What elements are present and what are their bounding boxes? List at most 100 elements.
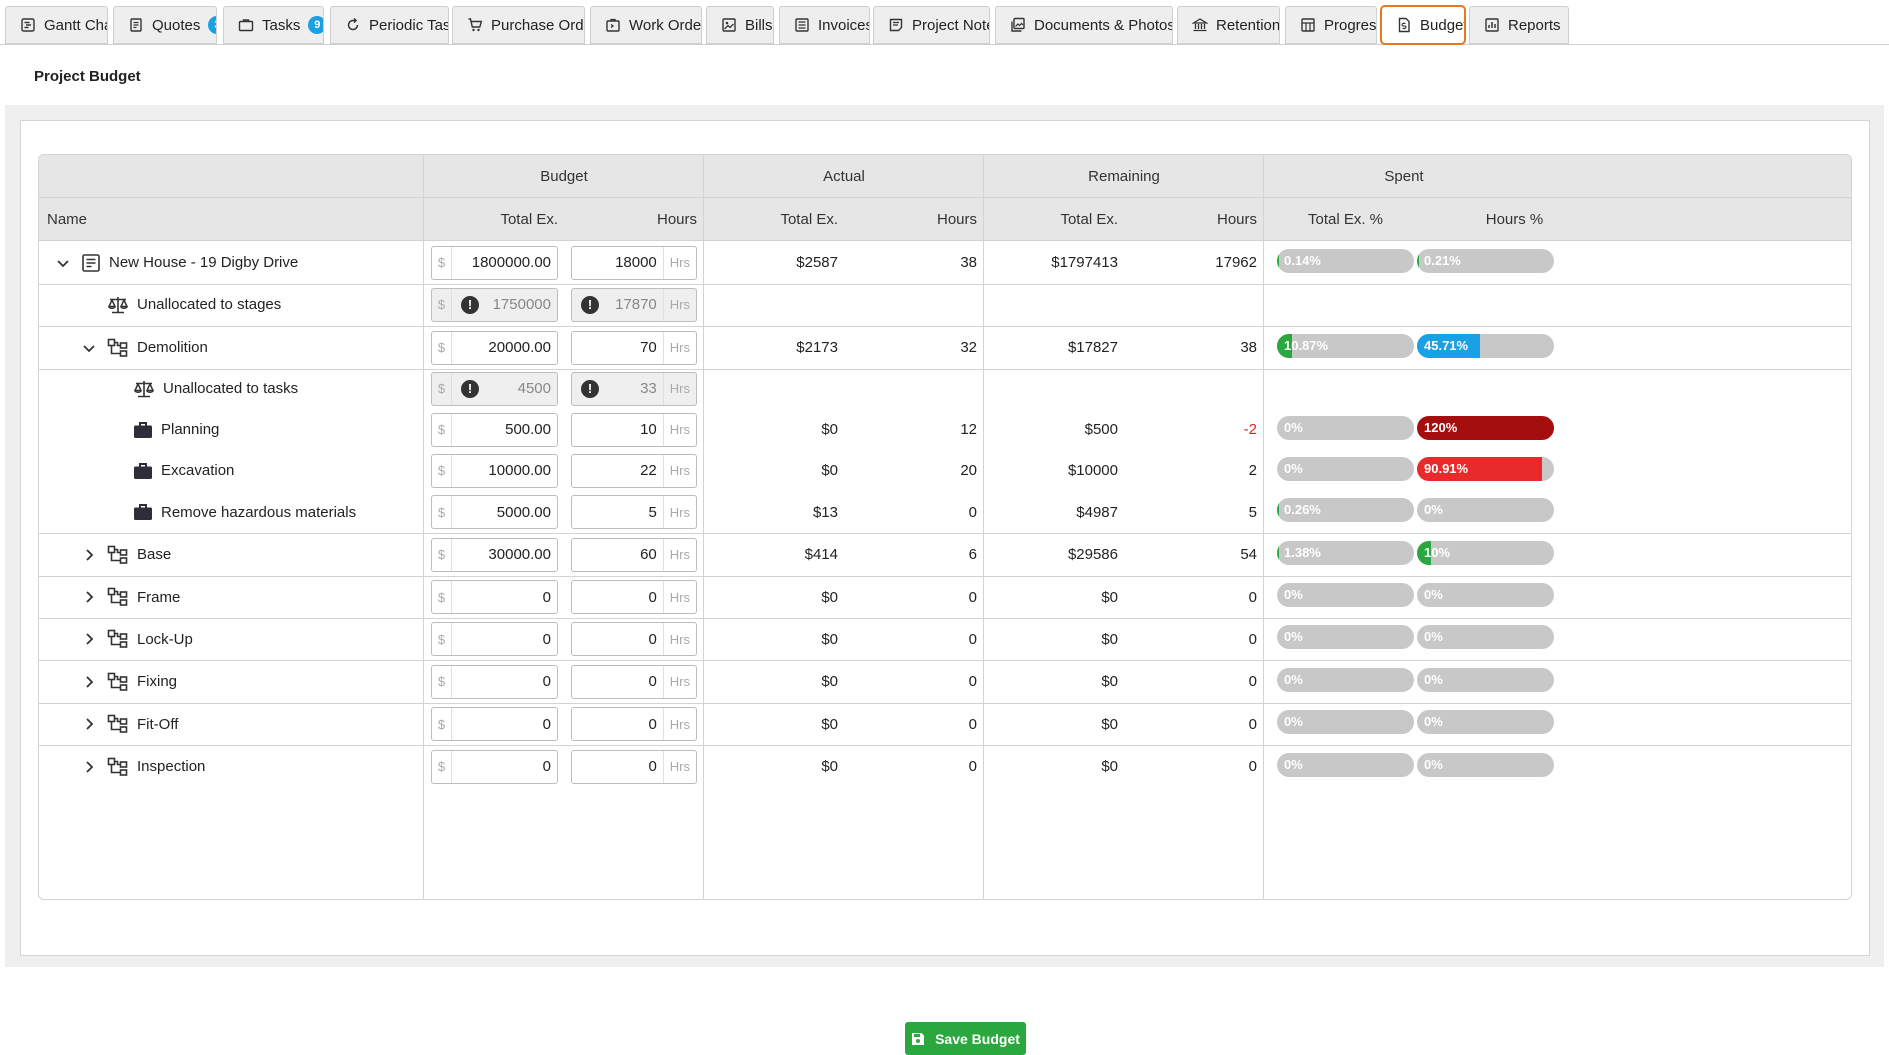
progress-label: 0%: [1424, 502, 1443, 517]
spent-total-progress-bar: 0%: [1277, 710, 1414, 734]
chevron-right-icon[interactable]: [81, 631, 97, 647]
spent-hours-pct-column-header: Hours %: [1485, 211, 1544, 228]
budget-hours-value: 33: [640, 380, 657, 397]
currency-prefix: $: [432, 750, 452, 783]
budget-hours-input: ! 33 Hrs: [571, 371, 697, 406]
column-header-row: Name Total Ex. Hours Total Ex. Hours Tot…: [39, 198, 1851, 241]
tab-progress[interactable]: Progress: [1285, 6, 1377, 44]
chevron-down-icon[interactable]: [81, 340, 97, 356]
budget-total-value: 500.00: [505, 421, 551, 438]
progress-icon: [1301, 18, 1315, 32]
remaining-total: $10000: [1067, 462, 1118, 479]
row-name-cell: Frame: [81, 576, 419, 618]
budget-total-input[interactable]: $500.00: [431, 412, 558, 447]
remaining-hours: 38: [1240, 339, 1257, 356]
budget-hours-input[interactable]: 5 Hrs: [571, 495, 697, 529]
budget-hours-input[interactable]: 0 Hrs: [571, 707, 697, 741]
budget-hours-input[interactable]: 18000 Hrs: [571, 245, 697, 280]
tab-project-notes[interactable]: Project Notes: [873, 6, 990, 44]
currency-prefix: $: [432, 665, 452, 698]
budget-hours-input[interactable]: 0 Hrs: [571, 580, 697, 614]
tab-documents-photos[interactable]: Documents & Photos3: [995, 6, 1173, 44]
hours-suffix: Hrs: [662, 454, 696, 487]
project-icon: [81, 253, 101, 273]
budget-total-input[interactable]: $0: [431, 707, 558, 741]
budget-total-input[interactable]: $10000.00: [431, 453, 558, 488]
tab-bar: Gantt Chart Quotes 3 Tasks 9 Periodic Tasks Pu…: [0, 0, 1889, 45]
spent-total-progress-bar: 0%: [1277, 456, 1414, 481]
remaining-total: $29586: [1067, 546, 1118, 563]
tab-gantt-chart[interactable]: Gantt Chart: [5, 6, 108, 44]
warning-icon: !: [581, 379, 599, 398]
tab-tasks[interactable]: Tasks 9: [223, 6, 324, 44]
budget-hours-input[interactable]: 60 Hrs: [571, 537, 697, 572]
chevron-down-icon[interactable]: [55, 255, 71, 271]
tab-label: Purchase Orders: [491, 16, 584, 34]
budget-hours-input[interactable]: 70 Hrs: [571, 330, 697, 365]
progress-label: 0%: [1424, 714, 1443, 729]
remaining-total: $0: [1101, 673, 1118, 690]
row-name: Planning: [161, 421, 220, 438]
budget-total-value: 1750000: [492, 296, 551, 313]
budget-total-input: $! 1750000: [431, 287, 558, 322]
spent-total-progress-bar: 0%: [1277, 667, 1414, 692]
stage-icon: [107, 629, 129, 649]
remaining-hours: 0: [1248, 715, 1257, 733]
hours-suffix: Hrs: [662, 581, 696, 613]
chevron-right-icon[interactable]: [81, 674, 97, 690]
save-budget-label: Save Budget: [935, 1030, 1020, 1047]
chevron-right-icon[interactable]: [81, 759, 97, 775]
tab-bills[interactable]: Bills: [706, 6, 774, 44]
budget-hours-input[interactable]: 0 Hrs: [571, 749, 697, 784]
budget-hours-input[interactable]: 10 Hrs: [571, 412, 697, 447]
budget-total-input[interactable]: $20000.00: [431, 330, 558, 365]
spent-hours-progress-bar: 45.71%: [1417, 333, 1554, 358]
budget-row: Fixing $0 0 Hrs $0 0 $0 0 0% 0%: [39, 660, 1851, 703]
budget-total-input[interactable]: $0: [431, 580, 558, 614]
budget-total-input[interactable]: $1800000.00: [431, 245, 558, 280]
tab-purchase-orders[interactable]: Purchase Orders: [452, 6, 585, 44]
budget-hours-value: 22: [640, 462, 657, 479]
tab-label: Bills: [745, 16, 773, 34]
spent-total-progress-bar: 10.87%: [1277, 333, 1414, 358]
tab-retentions[interactable]: Retentions: [1177, 6, 1280, 44]
hours-suffix: Hrs: [662, 372, 696, 405]
tab-budget[interactable]: Budget: [1380, 5, 1466, 45]
briefcase-icon: [238, 19, 254, 32]
tab-invoices[interactable]: Invoices: [779, 6, 870, 44]
budget-total-input[interactable]: $30000.00: [431, 537, 558, 572]
save-budget-button[interactable]: Save Budget: [905, 1022, 1026, 1055]
budget-hours-input[interactable]: 0 Hrs: [571, 664, 697, 699]
row-name-cell: Demolition: [81, 326, 419, 369]
actual-total: $0: [821, 630, 838, 648]
budget-hours-value: 0: [648, 588, 657, 606]
tab-label: Invoices: [818, 16, 870, 34]
spent-total-progress-bar: 0%: [1277, 752, 1414, 777]
chevron-right-icon[interactable]: [81, 589, 97, 605]
budget-hours-input[interactable]: 22 Hrs: [571, 453, 697, 488]
budget-hours-input[interactable]: 0 Hrs: [571, 622, 697, 656]
tab-quotes[interactable]: Quotes 3: [113, 6, 217, 44]
unallocated-row: Unallocated to stages $! 1750000! 17870 Hrs: [39, 283, 1851, 326]
remaining-hours: 0: [1248, 673, 1257, 690]
tab-work-orders[interactable]: Work Orders: [590, 6, 702, 44]
budget-row: Fit-Off $0 0 Hrs $0 0 $0 0 0% 0%: [39, 703, 1851, 745]
tab-reports[interactable]: Reports: [1469, 6, 1569, 44]
remaining-hours: 17962: [1215, 254, 1257, 271]
progress-fill: [1277, 498, 1280, 522]
spent-hours-progress-bar: 0%: [1417, 498, 1554, 522]
budget-row: Planning $500.00 10 Hrs $0 12 $500 -2 0% 120%: [39, 409, 1851, 450]
remaining-total: $0: [1101, 758, 1118, 775]
hours-suffix: Hrs: [662, 538, 696, 571]
chevron-right-icon[interactable]: [81, 547, 97, 563]
chevron-right-icon[interactable]: [81, 716, 97, 732]
budget-total-input[interactable]: $5000.00: [431, 495, 558, 529]
budget-total-input[interactable]: $0: [431, 749, 558, 784]
tab-periodic-tasks[interactable]: Periodic Tasks: [330, 6, 449, 44]
tab-label: Gantt Chart: [44, 16, 107, 34]
row-name: Demolition: [137, 339, 208, 356]
spent-total-progress-bar: 0%: [1277, 625, 1414, 649]
budget-total-input[interactable]: $0: [431, 622, 558, 656]
row-name: Remove hazardous materials: [161, 503, 357, 521]
budget-total-input[interactable]: $0: [431, 664, 558, 699]
